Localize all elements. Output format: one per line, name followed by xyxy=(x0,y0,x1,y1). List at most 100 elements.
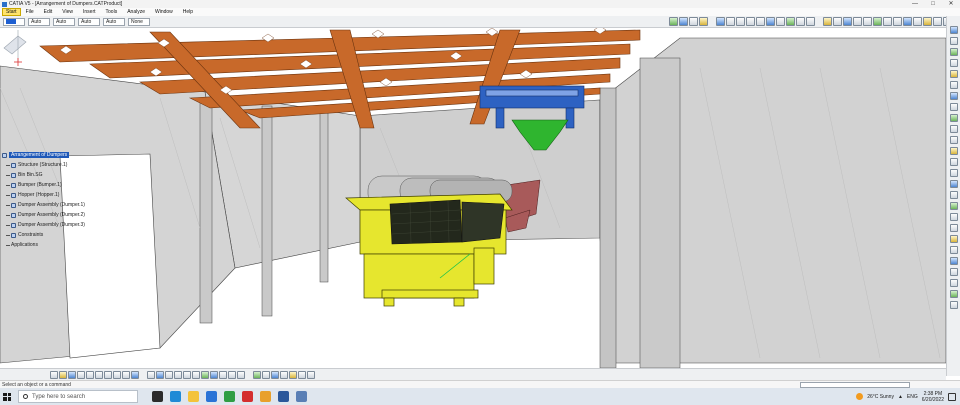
tree-item[interactable]: Structure (Structure.1) xyxy=(2,160,100,170)
tree-item[interactable]: Dumper Assembly (Dumper.1) xyxy=(2,200,100,210)
scenes-browser-icon[interactable] xyxy=(289,370,297,379)
add-icon[interactable] xyxy=(949,290,958,298)
menu-start[interactable]: Start xyxy=(2,8,21,16)
space-analysis-icon[interactable] xyxy=(298,370,306,379)
knowledge-icon[interactable] xyxy=(913,17,922,26)
language-indicator[interactable]: ENG xyxy=(907,394,918,400)
taskbar-clock[interactable]: 2:38 PM 6/20/2022 xyxy=(922,391,944,403)
replace-component-icon[interactable] xyxy=(949,70,958,78)
tree-item[interactable]: Dumper Assembly (Dumper.2) xyxy=(2,210,100,220)
pan-icon[interactable] xyxy=(726,17,735,26)
menu-insert[interactable]: Insert xyxy=(78,9,101,15)
pocket-icon[interactable] xyxy=(949,279,958,287)
iso-view-icon[interactable] xyxy=(776,17,785,26)
offset-constraint-icon[interactable] xyxy=(949,169,958,177)
existing-component-icon[interactable] xyxy=(949,59,958,67)
word-icon[interactable] xyxy=(278,391,289,402)
pan-view-icon[interactable] xyxy=(165,370,173,379)
generate-numbering-icon[interactable] xyxy=(949,92,958,100)
manipulate-icon[interactable] xyxy=(699,17,708,26)
multi-instantiation-icon[interactable] xyxy=(949,125,958,133)
menu-file[interactable]: File xyxy=(21,9,39,15)
snap-icon[interactable] xyxy=(679,17,688,26)
minimize-button[interactable]: — xyxy=(906,0,924,8)
rotate-view-icon[interactable] xyxy=(174,370,182,379)
view-mode-icon[interactable] xyxy=(219,370,227,379)
excel-icon[interactable] xyxy=(224,391,235,402)
swap-space-icon[interactable] xyxy=(806,17,815,26)
quick-view-icon[interactable] xyxy=(210,370,218,379)
line-thickness-select[interactable]: Auto xyxy=(53,17,75,26)
manage-representations-icon[interactable] xyxy=(949,114,958,122)
scenes-icon[interactable] xyxy=(893,17,902,26)
fit-all-in-icon[interactable] xyxy=(156,370,164,379)
contact-constraint-icon[interactable] xyxy=(949,158,958,166)
selective-load-icon[interactable] xyxy=(949,103,958,111)
notifications-icon[interactable] xyxy=(948,392,956,401)
hide-show-icon[interactable] xyxy=(796,17,805,26)
point-symbol-select[interactable]: Auto xyxy=(103,17,125,26)
task-view-icon[interactable] xyxy=(152,391,163,402)
publish-icon[interactable] xyxy=(903,17,912,26)
measure-icon[interactable] xyxy=(843,17,852,26)
create-multi-view-icon[interactable] xyxy=(201,370,209,379)
hole-icon[interactable] xyxy=(949,268,958,276)
explode-icon[interactable] xyxy=(689,17,698,26)
maximize-button[interactable]: □ xyxy=(924,0,942,8)
fit-all-icon[interactable] xyxy=(716,17,725,26)
fill-color-select[interactable] xyxy=(3,17,25,26)
copy-icon[interactable] xyxy=(95,370,103,379)
reuse-pattern-icon[interactable] xyxy=(949,246,958,254)
weather-icon[interactable] xyxy=(856,393,864,400)
acrobat-icon[interactable] xyxy=(242,391,253,402)
compass-icon[interactable] xyxy=(0,28,28,70)
bill-of-material-icon[interactable] xyxy=(883,17,892,26)
quick-constraint-icon[interactable] xyxy=(949,213,958,221)
measure-item-icon[interactable] xyxy=(262,370,270,379)
print-icon[interactable] xyxy=(77,370,85,379)
angle-constraint-icon[interactable] xyxy=(949,180,958,188)
remove-icon[interactable] xyxy=(949,301,958,309)
rendering-style-select[interactable]: None xyxy=(128,17,150,26)
whats-this-icon[interactable] xyxy=(131,370,139,379)
tree-item[interactable]: Bumper (Bumper.1) xyxy=(2,180,100,190)
table-icon[interactable] xyxy=(933,17,942,26)
mail-icon[interactable] xyxy=(206,391,217,402)
file-explorer-icon[interactable] xyxy=(188,391,199,402)
fix-together-icon[interactable] xyxy=(949,202,958,210)
tree-item[interactable]: Bin Bin.SG xyxy=(2,170,100,180)
menu-tools[interactable]: Tools xyxy=(101,9,123,15)
coincidence-constraint-icon[interactable] xyxy=(949,147,958,155)
split-icon[interactable] xyxy=(949,257,958,265)
undo-icon[interactable] xyxy=(113,370,121,379)
hide-icon[interactable] xyxy=(228,370,236,379)
tree-root[interactable]: Arrangement of Dumpers xyxy=(2,150,100,160)
save-icon[interactable] xyxy=(68,370,76,379)
move-icon[interactable] xyxy=(669,17,678,26)
clash-icon[interactable] xyxy=(853,17,862,26)
menu-window[interactable]: Window xyxy=(150,9,178,15)
network-icon[interactable]: ▲ xyxy=(898,394,903,400)
fast-multi-instantiation-icon[interactable] xyxy=(949,136,958,144)
edge-browser-icon[interactable] xyxy=(170,391,181,402)
open-icon[interactable] xyxy=(59,370,67,379)
power-input-field[interactable] xyxy=(800,381,910,388)
fly-mode-icon[interactable] xyxy=(147,370,155,379)
apply-material-icon[interactable] xyxy=(280,370,288,379)
3d-viewport[interactable]: Arrangement of Dumpers Structure (Struct… xyxy=(0,28,946,368)
close-button[interactable]: ✕ xyxy=(942,0,960,8)
normal-to-icon[interactable] xyxy=(192,370,200,379)
cut-icon[interactable] xyxy=(86,370,94,379)
tree-item[interactable]: Hopper (Hopper.1) xyxy=(2,190,100,200)
menu-edit[interactable]: Edit xyxy=(39,9,58,15)
measure-between-icon[interactable] xyxy=(253,370,261,379)
taskbar-search-box[interactable]: Type here to search xyxy=(18,390,138,403)
tree-item[interactable]: Constraints xyxy=(2,230,100,240)
rotate-icon[interactable] xyxy=(736,17,745,26)
redo-icon[interactable] xyxy=(122,370,130,379)
graph-tree-icon[interactable] xyxy=(949,81,958,89)
menu-view[interactable]: View xyxy=(57,9,78,15)
snapshot-icon[interactable] xyxy=(307,370,315,379)
swap-visible-space-icon[interactable] xyxy=(237,370,245,379)
shading-icon[interactable] xyxy=(786,17,795,26)
